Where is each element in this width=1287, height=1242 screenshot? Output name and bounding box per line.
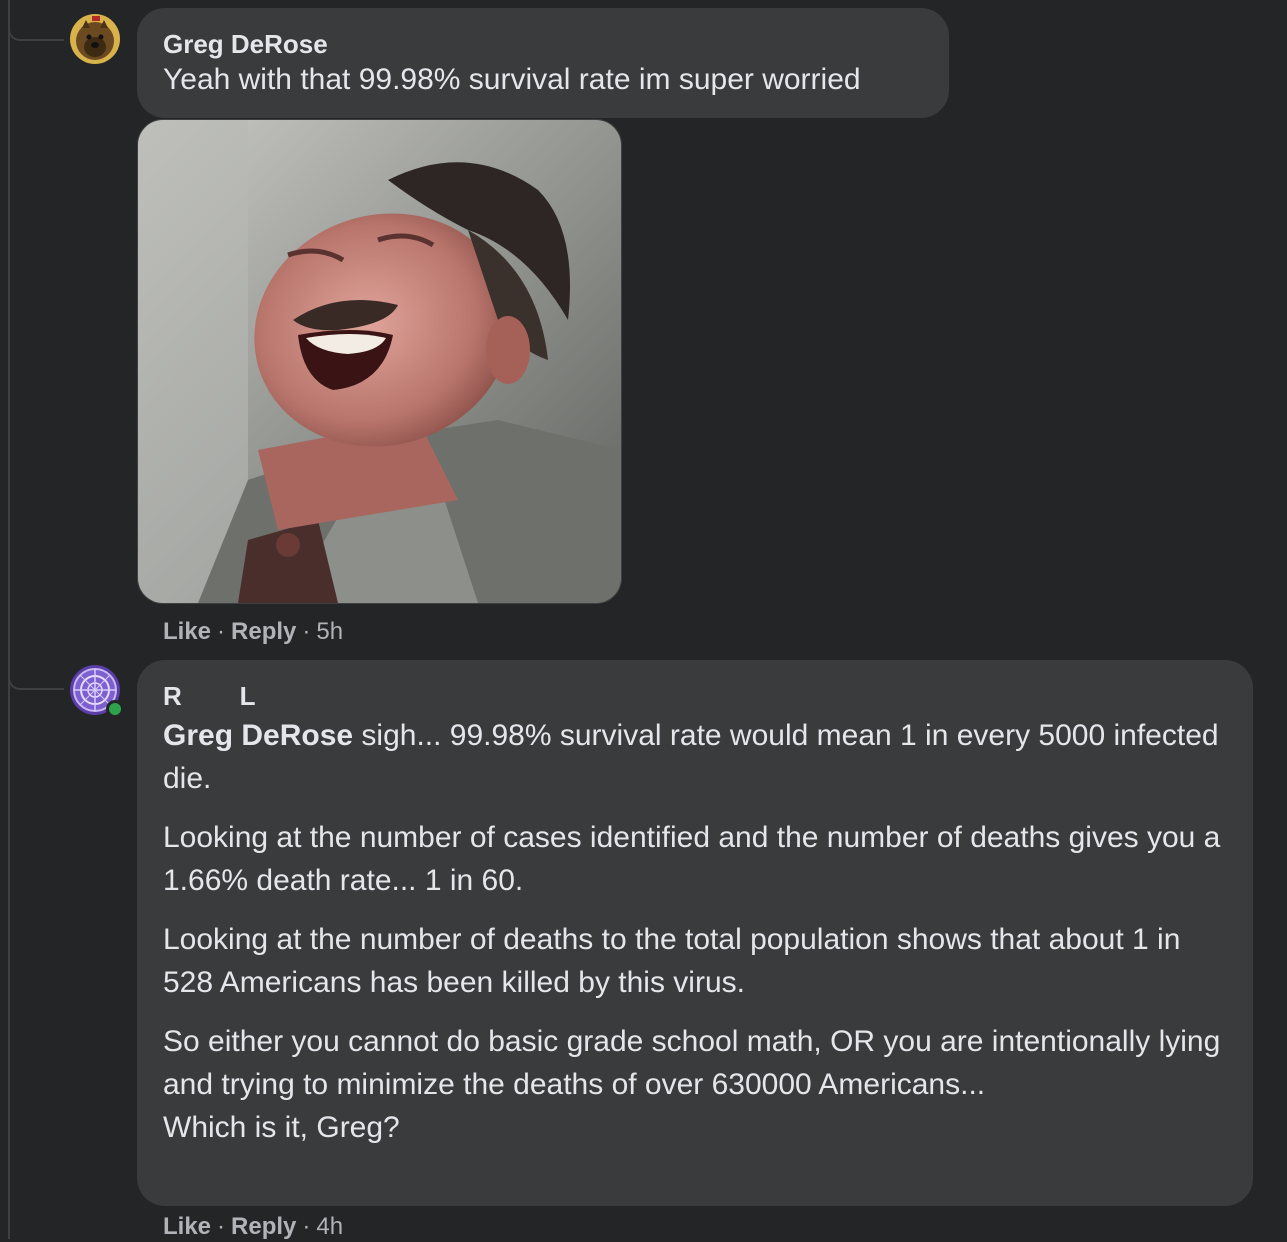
comment-bubble-2: R L Greg DeRose sigh... 99.98% survival … [137,660,1253,1206]
comment-bubble-1: Greg DeRose Yeah with that 99.98% surviv… [137,8,949,118]
timestamp-link[interactable]: 5h [316,618,343,645]
comment-author[interactable]: R L [163,680,1227,712]
comment-paragraph-2: Looking at the number of cases identifie… [163,821,1221,897]
commenter-avatar-greg[interactable] [70,14,120,64]
comment-paragraph-1: Greg DeRose sigh... 99.98% survival rate… [163,714,1227,800]
thread-connector-1 [8,27,64,41]
like-button[interactable]: Like [163,1213,211,1240]
comment-actions-1: Like · Reply · 5h [163,617,343,647]
separator-dot: · [217,618,226,645]
timestamp-link[interactable]: 4h [316,1213,343,1240]
comment-paragraph-4: So either you cannot do basic grade scho… [163,1025,1221,1101]
dog-avatar-icon [70,14,120,64]
separator-dot: · [302,1213,311,1240]
separator-dot: · [302,618,311,645]
like-button[interactable]: Like [163,618,211,645]
online-status-icon [106,700,124,718]
thread-line [8,0,10,1239]
reply-button[interactable]: Reply [231,618,296,645]
mention-link[interactable]: Greg DeRose [163,719,353,752]
comment-paragraph-3: Looking at the number of deaths to the t… [163,923,1181,999]
comment-paragraph-5: Which is it, Greg? [163,1111,400,1144]
thread-connector-2 [8,676,64,690]
comment-gif-image[interactable] [137,119,622,604]
comment-author[interactable]: Greg DeRose [163,28,923,60]
comment-text: Yeah with that 99.98% survival rate im s… [163,63,861,96]
separator-dot: · [217,1213,226,1240]
laughing-man-gif-icon [138,120,621,603]
comment-actions-2: Like · Reply · 4h [163,1212,343,1242]
reply-button[interactable]: Reply [231,1213,296,1240]
